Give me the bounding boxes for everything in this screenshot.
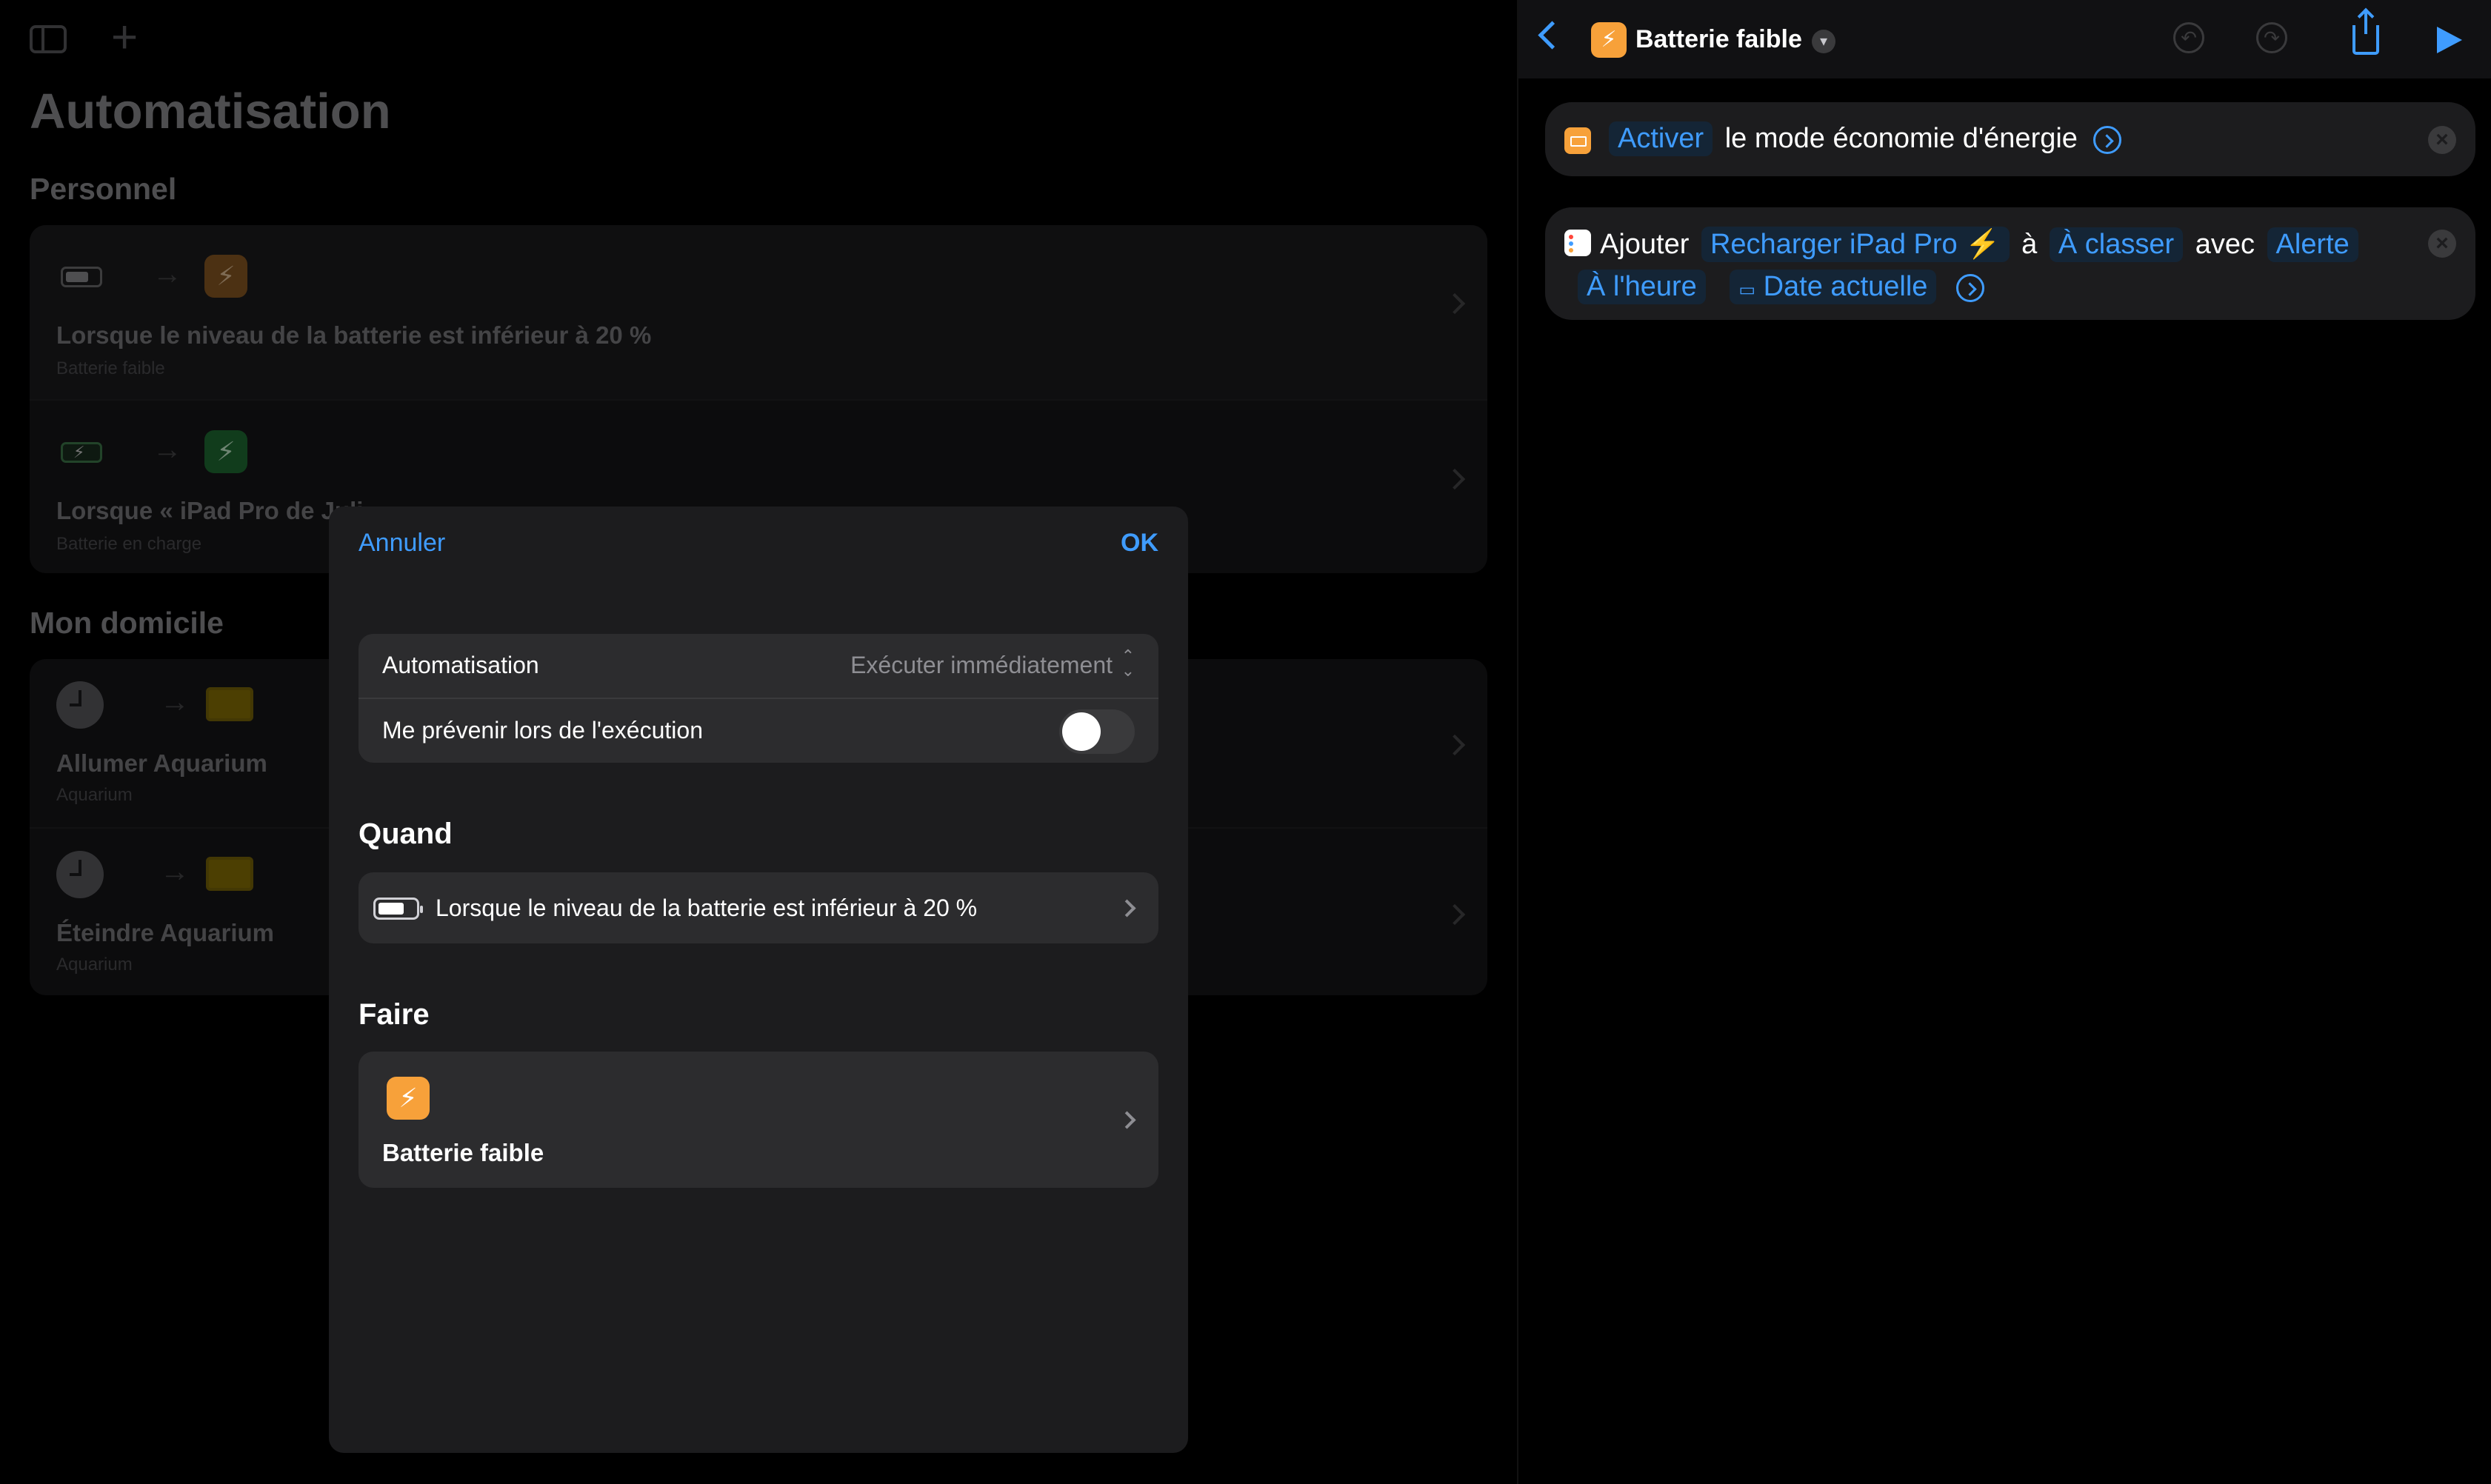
automation-settings-group: Automatisation Exécuter immédiatement ⌃ ⌄… <box>359 634 1158 763</box>
updown-chevron-icon: ⌃ ⌄ <box>1121 646 1135 680</box>
preposition: à <box>2021 229 2038 260</box>
notify-toggle[interactable] <box>1059 709 1135 754</box>
battery-low-icon <box>373 898 423 920</box>
shortcut-bolt-icon: ⚡ <box>387 1077 430 1120</box>
trigger-text: Lorsque le niveau de la batterie est inf… <box>436 895 978 921</box>
battery-settings-icon <box>1564 127 1591 154</box>
ok-button[interactable]: OK <box>1121 529 1158 558</box>
calendar-icon: ▭ <box>1738 280 1756 300</box>
date-parameter-label: Date actuelle <box>1763 271 1928 302</box>
chevron-down-icon[interactable]: ▾ <box>1812 30 1835 53</box>
date-parameter[interactable]: ▭ Date actuelle <box>1730 270 1937 304</box>
edit-automation-sheet: Annuler OK Automatisation Exécuter imméd… <box>329 507 1188 1453</box>
remove-action-icon[interactable]: × <box>2428 126 2456 154</box>
list-parameter[interactable]: À classer <box>2049 227 2184 262</box>
do-shortcut-row[interactable]: ⚡ Batterie faible <box>359 1052 1158 1188</box>
run-play-icon[interactable] <box>2437 27 2462 53</box>
action-text: le mode économie d'énergie <box>1724 123 2078 154</box>
chevron-right-icon <box>1118 899 1136 918</box>
editor-toolbar: ⚡ Batterie faible ▾ ↶ ↷ <box>1518 0 2491 78</box>
do-section-title: Faire <box>359 998 430 1031</box>
remove-action-icon[interactable]: × <box>2428 230 2456 258</box>
action-low-power-mode[interactable]: Activer le mode économie d'énergie × <box>1545 102 2475 176</box>
action-verb: Ajouter <box>1600 229 1690 260</box>
undo-icon[interactable]: ↶ <box>2173 22 2204 53</box>
expand-chevron-icon[interactable] <box>1955 273 1984 302</box>
reminder-title-parameter[interactable]: Recharger iPad Pro ⚡️ <box>1701 227 2010 262</box>
do-shortcut-name: Batterie faible <box>382 1139 544 1166</box>
share-icon[interactable] <box>2352 7 2379 55</box>
trigger-row[interactable]: Lorsque le niveau de la batterie est inf… <box>359 872 1158 943</box>
back-chevron-icon[interactable] <box>1538 21 1567 50</box>
alert-timing-parameter[interactable]: À l'heure <box>1578 270 1706 304</box>
notify-row: Me prévenir lors de l'exécution <box>359 699 1158 763</box>
activate-parameter[interactable]: Activer <box>1609 121 1713 156</box>
when-section-title: Quand <box>359 818 453 850</box>
automation-mode-label: Automatisation <box>382 652 539 678</box>
alert-parameter[interactable]: Alerte <box>2267 227 2358 262</box>
shortcut-bolt-icon: ⚡ <box>1591 22 1627 58</box>
reminders-app-icon <box>1564 230 1591 256</box>
action-add-reminder[interactable]: Ajouter Recharger iPad Pro ⚡️ à À classe… <box>1545 207 2475 320</box>
redo-icon[interactable]: ↷ <box>2256 22 2287 53</box>
shortcut-name[interactable]: Batterie faible <box>1635 25 1802 54</box>
notify-label: Me prévenir lors de l'exécution <box>382 717 703 743</box>
automation-mode-row[interactable]: Automatisation Exécuter immédiatement ⌃ ⌄ <box>359 634 1158 699</box>
shortcut-editor-pane: ⚡ Batterie faible ▾ ↶ ↷ Activer le mode … <box>1517 0 2491 1484</box>
automation-mode-value[interactable]: Exécuter immédiatement <box>850 652 1113 679</box>
expand-chevron-icon[interactable] <box>2092 125 2121 154</box>
preposition: avec <box>2195 229 2255 260</box>
chevron-right-icon <box>1118 1111 1136 1129</box>
cancel-button[interactable]: Annuler <box>359 529 445 558</box>
